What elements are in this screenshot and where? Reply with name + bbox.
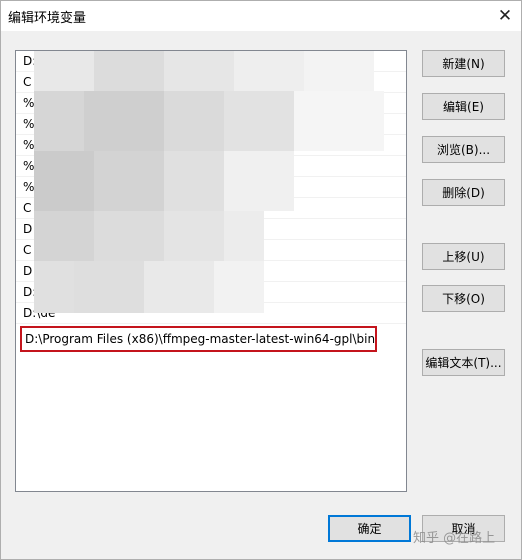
move-down-button[interactable]: 下移(O) bbox=[422, 285, 505, 312]
edit-button[interactable]: 编辑(E) bbox=[422, 93, 505, 120]
list-item-text: % bbox=[23, 180, 35, 194]
close-icon[interactable]: ✕ bbox=[489, 1, 521, 31]
redaction-blur bbox=[34, 51, 394, 313]
list-item-text: % bbox=[23, 96, 35, 110]
title-bar: 编辑环境变量 ✕ bbox=[1, 1, 521, 31]
watermark: 知乎 @在路上 bbox=[413, 531, 496, 546]
delete-button[interactable]: 删除(D) bbox=[422, 179, 505, 206]
move-up-button[interactable]: 上移(U) bbox=[422, 243, 505, 270]
list-item-text: D bbox=[23, 264, 33, 278]
path-list[interactable]: D:\ C % % % % % C D C D D:\ D:\de D:\Pro… bbox=[15, 50, 407, 492]
ok-button[interactable]: 确定 bbox=[328, 515, 411, 542]
list-item-text: C bbox=[23, 201, 32, 215]
dialog-title: 编辑环境变量 bbox=[8, 11, 87, 26]
edit-env-var-dialog: 编辑环境变量 ✕ D:\ C % % % % % C D C D D:\ D:\… bbox=[0, 0, 522, 560]
list-item-text: C bbox=[23, 243, 32, 257]
new-button[interactable]: 新建(N) bbox=[422, 50, 505, 77]
list-item-text: % bbox=[23, 159, 35, 173]
browse-button[interactable]: 浏览(B)... bbox=[422, 136, 505, 163]
list-item-text: % bbox=[23, 138, 35, 152]
selected-path-text: D:\Program Files (x86)\ffmpeg-master-lat… bbox=[25, 332, 376, 346]
list-item-selected[interactable]: D:\Program Files (x86)\ffmpeg-master-lat… bbox=[20, 326, 377, 352]
list-item-text: D bbox=[23, 222, 33, 236]
list-item-text: C bbox=[23, 75, 32, 89]
list-item-text: % bbox=[23, 117, 35, 131]
edit-text-button[interactable]: 编辑文本(T)... bbox=[422, 349, 505, 376]
